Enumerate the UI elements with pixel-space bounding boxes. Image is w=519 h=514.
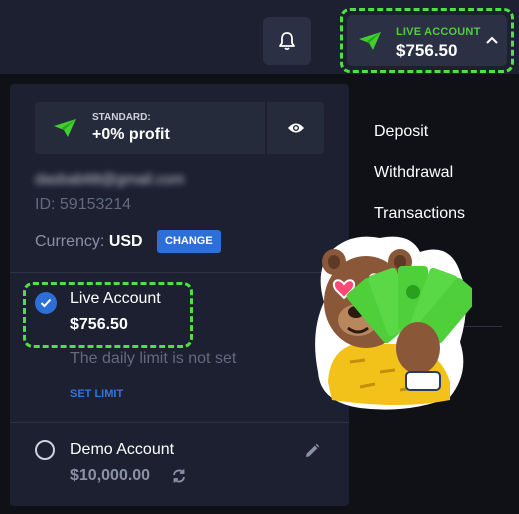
account-balance: $756.50 <box>396 41 458 60</box>
menu-item-withdrawal[interactable]: Withdrawal <box>374 163 465 204</box>
currency-value: USD <box>108 233 143 250</box>
chevron-up-icon <box>486 36 498 44</box>
live-account-title[interactable]: Live Account <box>70 290 161 308</box>
plan-label: STANDARD: <box>92 112 151 123</box>
currency-label: Currency: <box>35 233 105 250</box>
account-id: ID: 59153214 <box>35 196 132 213</box>
demo-account-radio[interactable] <box>35 440 55 460</box>
bell-icon <box>279 32 295 51</box>
plan-card: STANDARD: +0% profit <box>35 102 265 154</box>
demo-account-balance: $10,000.00 <box>70 467 151 484</box>
top-bar: LIVE ACCOUNT $756.50 <box>0 0 519 82</box>
daily-limit-text: The daily limit is not set <box>70 350 237 367</box>
menu-item-deposit[interactable]: Deposit <box>374 122 465 163</box>
pencil-icon[interactable] <box>304 443 320 459</box>
plan-profit: +0% profit <box>92 126 170 143</box>
demo-account-title[interactable]: Demo Account <box>70 441 174 459</box>
bear-money-sticker <box>315 236 472 410</box>
notifications-button[interactable] <box>263 17 311 65</box>
change-currency-button[interactable]: CHANGE <box>157 230 221 253</box>
account-menu: Deposit Withdrawal Transactions <box>374 122 465 245</box>
divider <box>10 422 349 423</box>
live-account-radio-selected[interactable] <box>35 292 57 314</box>
toggle-balance-visibility-button[interactable] <box>267 102 324 154</box>
refresh-icon[interactable] <box>171 468 187 484</box>
paper-plane-icon <box>359 32 381 50</box>
set-limit-link[interactable]: SET LIMIT <box>70 388 123 400</box>
account-panel: STANDARD: +0% profit dasbab68@gmail.com … <box>10 84 349 506</box>
account-type-label: LIVE ACCOUNT <box>396 26 481 38</box>
divider <box>10 272 349 273</box>
eye-icon <box>287 123 304 133</box>
check-icon <box>40 298 52 308</box>
currency-row: Currency: USD <box>35 233 143 251</box>
paper-plane-icon <box>54 119 76 137</box>
account-switcher-button[interactable]: LIVE ACCOUNT $756.50 <box>340 8 514 73</box>
live-account-balance: $756.50 <box>70 316 128 333</box>
user-email: dasbab68@gmail.com <box>35 171 185 188</box>
